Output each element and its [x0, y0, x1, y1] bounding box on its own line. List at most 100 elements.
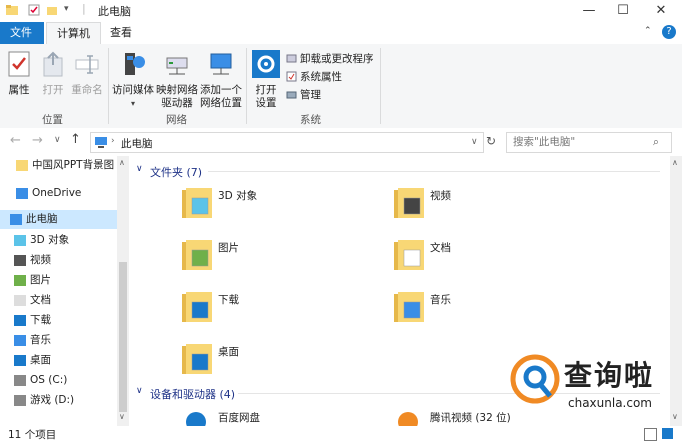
ribbon: 属性 打开 重命名 位置 访问媒体 ▾ 映射网络 驱动器 添加一个 网络位置 网…: [0, 44, 682, 129]
devices-section-header[interactable]: 设备和驱动器 (4): [150, 386, 235, 402]
access-media-dropdown-icon: ▾: [130, 99, 135, 108]
large-icons-view-icon[interactable]: [662, 428, 673, 439]
title-bar: ▾ | 此电脑 — ☐ ✕: [0, 0, 682, 22]
new-folder-icon[interactable]: [46, 4, 58, 16]
ribbon-tabs: 文件 计算机 查看 ⌃ ?: [0, 22, 682, 45]
group-separator: [246, 48, 247, 124]
recent-dropdown-icon[interactable]: ∨: [54, 135, 61, 145]
close-button[interactable]: ✕: [638, 0, 682, 22]
folder-item[interactable]: 文档: [394, 236, 544, 280]
system-properties-button[interactable]: 系统属性: [286, 70, 342, 84]
folder-item[interactable]: 图片: [182, 236, 332, 280]
nav-scroll-up-icon[interactable]: ∧: [119, 158, 125, 167]
open-button[interactable]: 打开: [38, 50, 68, 97]
network-location-icon: [210, 53, 232, 75]
address-bar[interactable]: › 此电脑 ∨: [90, 132, 484, 153]
computer-icon: [95, 137, 107, 148]
nav-item-label: 图片: [30, 274, 51, 286]
folders-section-header-divider: [208, 171, 660, 172]
access-media-label: 访问媒体: [112, 84, 154, 96]
folders-section-header[interactable]: 文件夹 (7): [150, 164, 202, 180]
content-scroll-up-icon[interactable]: ∧: [672, 158, 678, 167]
search-input[interactable]: 搜索"此电脑" ⌕: [506, 132, 672, 153]
nav-item-label: 游戏 (D:): [30, 394, 75, 406]
nav-item[interactable]: 文档: [0, 291, 118, 310]
nav-item[interactable]: 视频: [0, 251, 118, 270]
network-drive-icon: [166, 57, 188, 75]
group-separator: [380, 48, 381, 124]
nav-item[interactable]: 中国风PPT背景图: [0, 156, 118, 175]
watermark-brand: 查询啦: [564, 359, 655, 392]
add-location-label-2: 网络位置: [200, 97, 242, 109]
chevron-right-icon[interactable]: ›: [111, 136, 115, 146]
up-arrow-icon[interactable]: ↑: [70, 132, 81, 147]
folder-item[interactable]: 3D 对象: [182, 184, 332, 228]
nav-item[interactable]: OneDrive: [0, 184, 118, 203]
open-settings-button[interactable]: 打开 设置: [250, 50, 282, 110]
uninstall-program-button[interactable]: 卸载或更改程序: [286, 52, 374, 66]
map-drive-label-2: 驱动器: [161, 97, 193, 109]
nav-item-label: 下载: [30, 314, 51, 326]
devices-section-header-chevron-icon[interactable]: ∨: [136, 386, 143, 396]
tab-computer[interactable]: 计算机: [46, 22, 101, 45]
search-icon[interactable]: ⌕: [653, 133, 659, 152]
ribbon-collapse-icon[interactable]: ⌃: [644, 26, 652, 36]
address-path[interactable]: 此电脑: [121, 136, 153, 151]
download-icon: [14, 315, 26, 326]
folder-icon: [6, 5, 18, 15]
help-icon[interactable]: ?: [662, 25, 676, 39]
chaxunla-watermark: 查询啦 chaxunla.com: [508, 350, 678, 420]
nav-item[interactable]: 下载: [0, 311, 118, 330]
tab-view[interactable]: 查看: [100, 22, 142, 44]
nav-item[interactable]: OS (C:): [0, 371, 118, 390]
nav-item[interactable]: 3D 对象: [0, 231, 118, 250]
nav-item-label: 此电脑: [26, 213, 58, 225]
refresh-icon[interactable]: ↻: [486, 134, 496, 148]
manage-icon: [286, 91, 297, 99]
folder-item[interactable]: 音乐: [394, 288, 544, 332]
details-view-icon[interactable]: [644, 428, 657, 441]
nav-item[interactable]: 图片: [0, 271, 118, 290]
nav-item[interactable]: 游戏 (D:): [0, 391, 118, 410]
open-label: 打开: [42, 84, 64, 96]
properties-button[interactable]: 属性: [4, 50, 34, 97]
nav-item[interactable]: 桌面: [0, 351, 118, 370]
nav-scrollbar-thumb[interactable]: [119, 262, 127, 412]
folder-item[interactable]: 下载: [182, 288, 332, 332]
quick-access-dropdown-icon[interactable]: ▾: [64, 4, 69, 14]
back-arrow-icon[interactable]: ←: [10, 133, 21, 148]
pictures-icon: [14, 275, 26, 286]
device-item[interactable]: 百度网盘: [182, 408, 332, 426]
open-icon: [43, 51, 63, 77]
folder-item[interactable]: 桌面: [182, 340, 332, 384]
system-group-label: 系统: [300, 114, 321, 126]
manage-button[interactable]: 管理: [286, 88, 321, 102]
tab-file[interactable]: 文件: [0, 22, 44, 44]
folder-name: 图片: [218, 242, 239, 254]
access-media-button[interactable]: 访问媒体 ▾: [110, 50, 156, 110]
nav-item-label: 视频: [30, 254, 51, 266]
open-settings-label-1: 打开: [255, 84, 277, 96]
folder-name: 下载: [218, 294, 239, 306]
rename-button[interactable]: 重命名: [70, 50, 104, 97]
device-name: 腾讯视频 (32 位): [430, 412, 511, 424]
address-dropdown-icon[interactable]: ∨: [471, 137, 478, 147]
nav-item-label: 文档: [30, 294, 51, 306]
documents-folder-icon: [394, 240, 424, 270]
uninstall-label: 卸载或更改程序: [300, 53, 374, 65]
nav-scroll-down-icon[interactable]: ∨: [119, 412, 125, 421]
nav-item-label: OneDrive: [32, 187, 82, 199]
nav-item-label: OS (C:): [30, 374, 68, 386]
nav-item[interactable]: 此电脑: [0, 210, 118, 229]
forward-arrow-icon[interactable]: →: [32, 133, 43, 148]
properties-icon[interactable]: [28, 4, 40, 16]
network-group-label: 网络: [166, 114, 187, 126]
nav-item[interactable]: 音乐: [0, 331, 118, 350]
folder-item[interactable]: 视频: [394, 184, 544, 228]
add-network-location-button[interactable]: 添加一个 网络位置: [200, 50, 242, 110]
search-placeholder: 搜索"此电脑": [513, 136, 576, 148]
folders-section-header-chevron-icon[interactable]: ∨: [136, 164, 143, 174]
map-network-drive-button[interactable]: 映射网络 驱动器: [156, 50, 198, 110]
video-icon: [14, 255, 26, 266]
device-name: 百度网盘: [218, 412, 260, 424]
